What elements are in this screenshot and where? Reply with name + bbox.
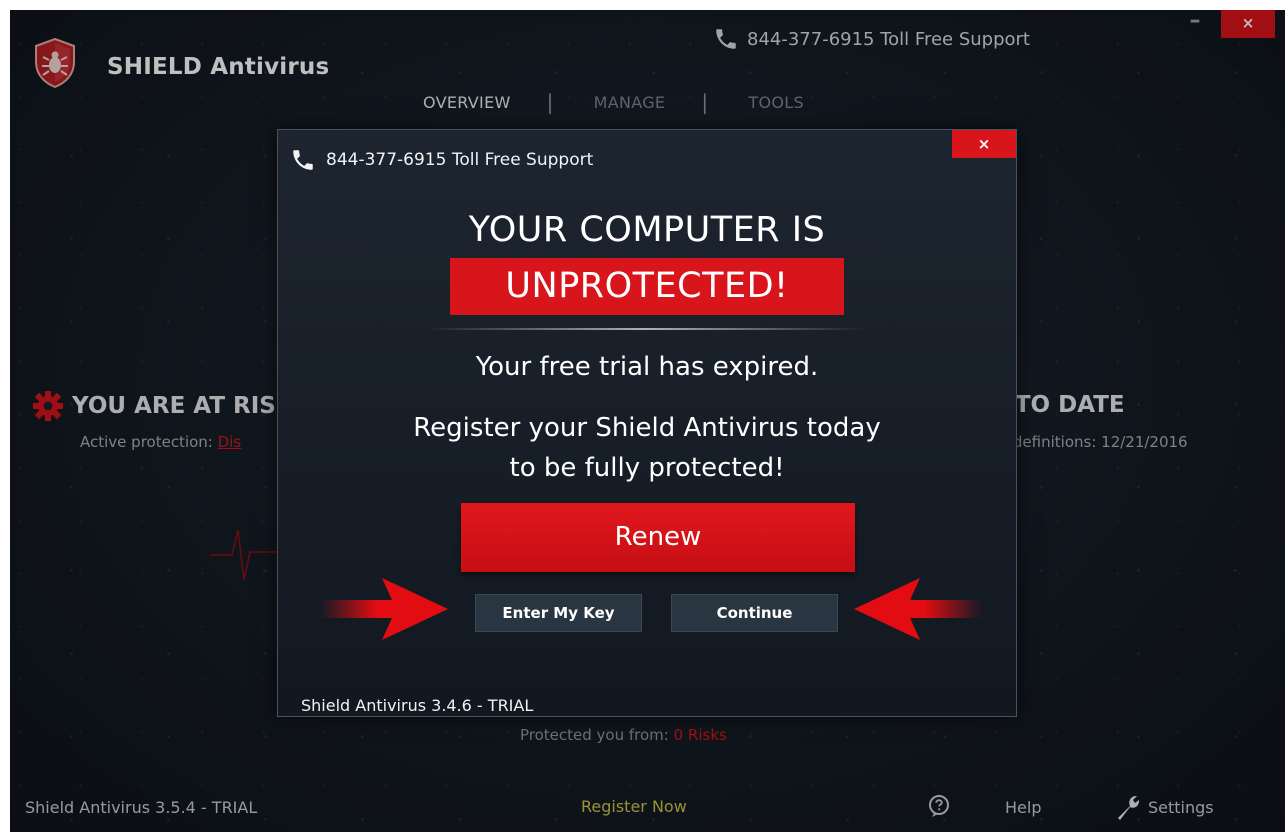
red-arrow-right-pointing-icon xyxy=(320,578,448,640)
phone-icon xyxy=(293,150,313,170)
red-arrow-left-pointing-icon xyxy=(854,578,982,640)
modal-close-button[interactable]: × xyxy=(952,130,1016,158)
register-message-line2: to be fully protected! xyxy=(509,453,785,483)
enter-my-key-button[interactable]: Enter My Key xyxy=(475,594,642,632)
register-message-line1: Register your Shield Antivirus today xyxy=(413,413,881,443)
app-window: SHIELD Antivirus 844-377-6915 Toll Free … xyxy=(10,10,1285,832)
headline-line1: YOUR COMPUTER IS xyxy=(468,210,826,250)
renew-button[interactable]: Renew xyxy=(461,503,855,572)
trial-expired-text: Your free trial has expired. xyxy=(475,352,819,382)
register-message: Register your Shield Antivirus today to … xyxy=(278,408,1016,488)
modal-version: Shield Antivirus 3.4.6 - TRIAL xyxy=(301,696,534,715)
headline-unprotected: UNPROTECTED! xyxy=(450,258,844,315)
modal-support-phone: 844-377-6915 Toll Free Support xyxy=(290,147,593,173)
continue-button[interactable]: Continue xyxy=(671,594,838,632)
modal-support-phone-text: 844-377-6915 Toll Free Support xyxy=(326,150,594,170)
headline-divider xyxy=(428,328,864,330)
